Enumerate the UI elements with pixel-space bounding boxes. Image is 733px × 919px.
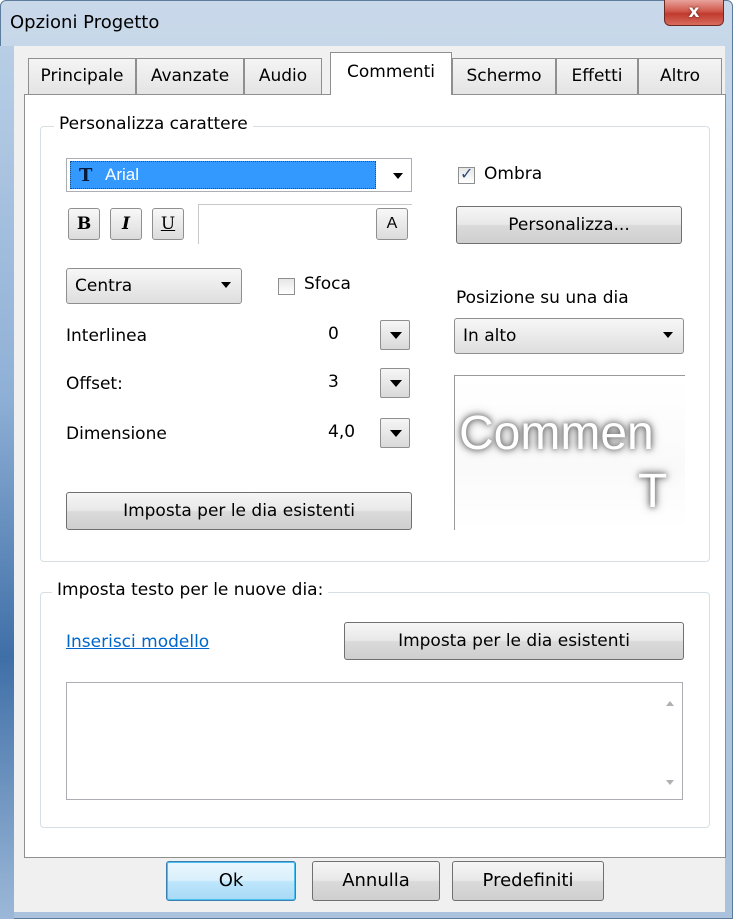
offset-label: Offset: [66,374,123,394]
position-value: In alto [463,326,517,346]
apply-existing-slides-button[interactable]: Imposta per le dia esistenti [66,492,412,530]
interline-value: 0 [328,324,339,344]
size-value: 4,0 [328,422,356,442]
scroll-up-icon[interactable] [666,701,674,706]
underline-button[interactable]: U [152,208,184,240]
customize-button[interactable]: Personalizza... [456,206,682,244]
offset-dropdown-button[interactable] [380,368,410,398]
position-label: Posizione su una dia [456,288,629,308]
size-dropdown-button[interactable] [380,418,410,448]
offset-value: 3 [328,372,339,392]
caption-preview: Commen T [454,375,685,530]
insert-template-link[interactable]: Inserisci modello [66,632,209,652]
bold-button[interactable]: B [68,208,100,240]
blur-checkbox[interactable] [278,278,295,295]
interline-dropdown-button[interactable] [380,320,410,350]
offset-field[interactable]: 3 [324,366,410,400]
font-select[interactable]: T Arial [66,158,412,192]
shadow-label: Ombra [484,164,543,184]
font-name: Arial [105,165,140,184]
truetype-icon: T [79,165,93,186]
apply-existing-slides-text-button[interactable]: Imposta per le dia esistenti [344,622,684,660]
preview-text-line1: Commen [459,407,654,460]
position-select[interactable]: In alto [454,318,684,354]
font-color-button[interactable]: A [376,208,408,240]
blur-label: Sfoca [304,274,351,294]
interline-label: Interlinea [66,326,147,346]
align-select[interactable]: Centra [66,268,242,304]
chevron-down-icon [663,332,673,338]
font-select-highlight: T Arial [70,161,376,189]
interline-field[interactable]: 0 [324,318,410,352]
shadow-checkbox[interactable] [458,164,475,184]
chevron-down-icon [221,282,231,288]
size-field[interactable]: 4,0 [324,416,410,450]
preview-text-line2: T [638,465,668,518]
size-label: Dimensione [66,424,167,444]
align-value: Centra [75,276,133,296]
caption-text-area[interactable] [66,682,683,800]
scroll-down-icon[interactable] [666,780,674,785]
chevron-down-icon [393,173,403,179]
italic-button[interactable]: I [110,208,142,240]
